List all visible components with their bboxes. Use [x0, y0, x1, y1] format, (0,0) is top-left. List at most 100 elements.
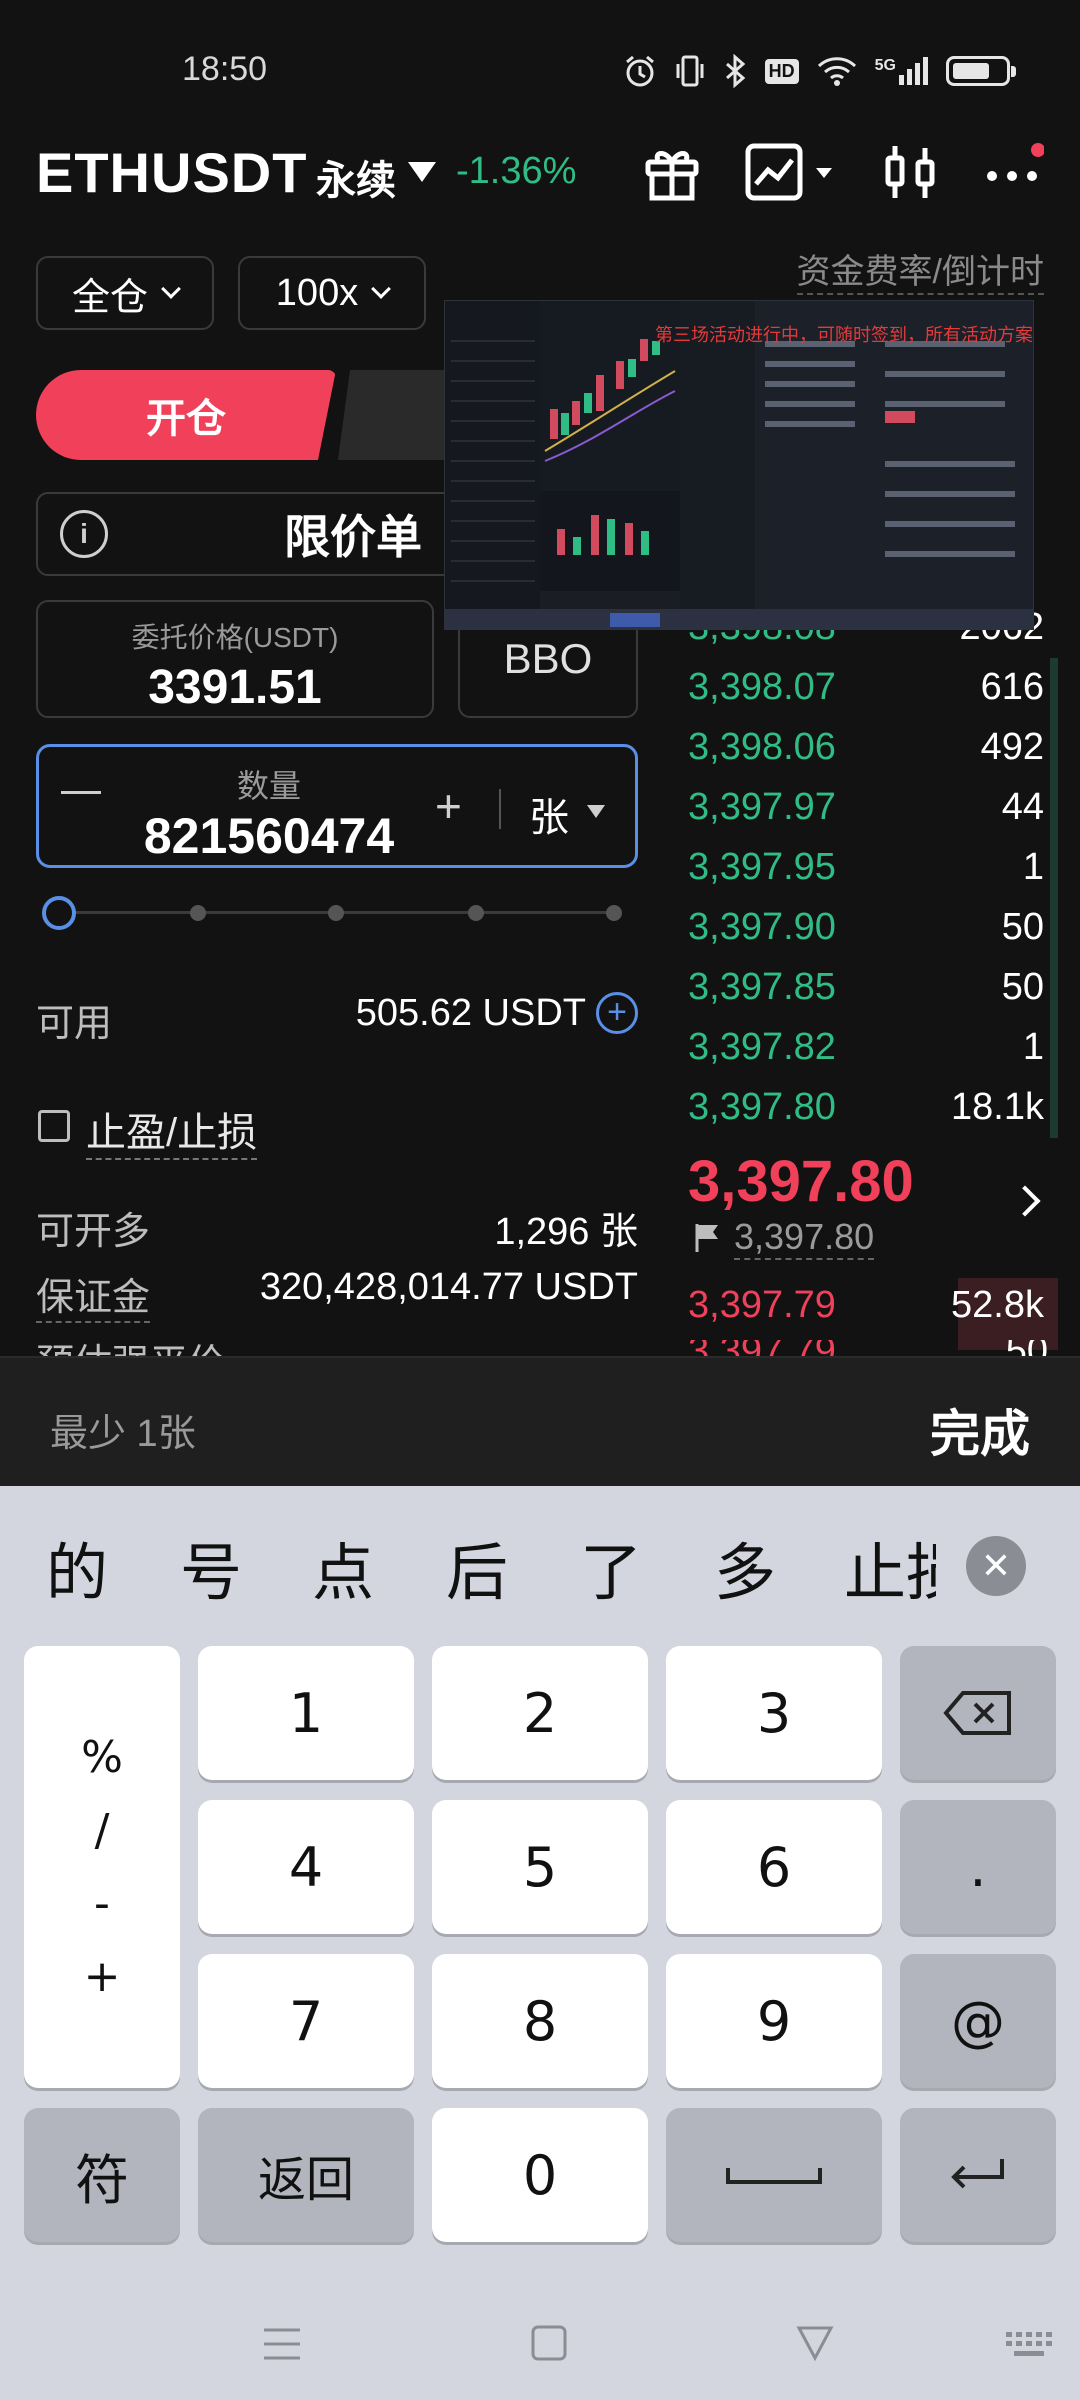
orderbook-bid-price[interactable]: 3,398.06 [688, 726, 836, 769]
slider-step-50[interactable] [328, 905, 344, 921]
orderbook-bid-price[interactable]: 3,397.85 [688, 966, 836, 1009]
enter-key[interactable] [900, 2108, 1056, 2242]
orderbook-bid-price[interactable]: 3,398.07 [688, 666, 836, 709]
orderbook-bid-price[interactable]: 3,397.80 [688, 1086, 836, 1129]
plus-icon[interactable]: + [435, 783, 462, 829]
order-type-label: 限价单 [284, 511, 422, 563]
symbol-dropdown-icon[interactable] [408, 162, 436, 182]
orderbook-bid-price[interactable]: 3,397.97 [688, 786, 836, 829]
candlestick-settings-icon[interactable] [874, 136, 946, 208]
menu-icon[interactable] [262, 2326, 302, 2362]
info-icon[interactable]: i [60, 510, 108, 558]
quantity-field[interactable]: 数量 821560474 + 张 [36, 744, 638, 868]
quantity-unit[interactable]: 张 [529, 785, 569, 843]
space-key[interactable] [666, 2108, 882, 2242]
key-6[interactable]: 6 [666, 1800, 882, 1934]
last-price: 3,397.80 [688, 1149, 914, 1214]
keyboard-icon[interactable] [1004, 2330, 1054, 2360]
symbol-plus[interactable]: + [84, 1951, 121, 2002]
key-4[interactable]: 4 [198, 1800, 414, 1934]
tab-open[interactable]: 开仓 [36, 370, 336, 460]
quantity-value[interactable]: 821560474 [39, 807, 499, 865]
slider-step-25[interactable] [190, 905, 206, 921]
backspace-icon [943, 1691, 1011, 1735]
candidate-word[interactable]: 多 [714, 1522, 776, 1612]
candidate-bar: 的 号 点 后 了 多 止损 ✕ [0, 1486, 1080, 1628]
slider-step-75[interactable] [468, 905, 484, 921]
slider-thumb[interactable] [42, 896, 76, 930]
price-label: 委托价格(USDT) [131, 622, 339, 653]
backspace-key[interactable] [900, 1646, 1056, 1780]
orderbook-bid-price[interactable]: 3,397.90 [688, 906, 836, 949]
screenshot-overlay[interactable]: 第三场活动进行中，可随时签到，所有活动方案资料 [444, 300, 1034, 630]
funding-rate-label[interactable]: 资金费率/倒计时 [796, 244, 1044, 295]
candidate-word[interactable]: 的 [46, 1522, 108, 1612]
price-field[interactable]: 委托价格(USDT) 3391.51 [36, 600, 434, 718]
symbol-title[interactable]: ETHUSDT [36, 140, 307, 205]
overlay-banner: 第三场活动进行中，可随时签到，所有活动方案资料 [655, 325, 1034, 345]
symbol-slash[interactable]: / [95, 1805, 110, 1856]
symbol-percent[interactable]: % [81, 1732, 123, 1783]
key-7[interactable]: 7 [198, 1954, 414, 2088]
orderbook-ask-price[interactable]: 3,397.79 [688, 1284, 836, 1327]
leverage-label: 100x [275, 271, 359, 314]
network-label: 5G [874, 57, 896, 74]
orderbook-bid-amount: 18.1k [951, 1086, 1044, 1128]
candidate-word[interactable]: 后 [446, 1522, 508, 1612]
leverage-select[interactable]: 100x [238, 256, 426, 330]
key-9[interactable]: 9 [666, 1954, 882, 2088]
orderbook-bid-amount: 50 [1001, 966, 1044, 1008]
liquidation-label: 预估强平价 [36, 1332, 226, 1356]
chevron-right-icon[interactable] [1009, 1185, 1041, 1217]
key-1[interactable]: 1 [198, 1646, 414, 1780]
chevron-down-icon [161, 279, 181, 299]
slider-step-100[interactable] [606, 905, 622, 921]
dot-key[interactable]: . [900, 1800, 1056, 1934]
chart-icon[interactable] [744, 136, 844, 208]
orderbook-partial-row: 3,397.79 50 [688, 1340, 1048, 1356]
symbol-minus[interactable]: - [94, 1878, 110, 1929]
key-0[interactable]: 0 [432, 2108, 648, 2242]
flag-icon [695, 1224, 718, 1252]
at-key[interactable]: @ [900, 1954, 1056, 2088]
candidate-word[interactable]: 点 [312, 1522, 374, 1612]
key-5[interactable]: 5 [432, 1800, 648, 1934]
key-8[interactable]: 8 [432, 1954, 648, 2088]
add-funds-icon[interactable]: + [596, 992, 638, 1034]
margin-label[interactable]: 保证金 [36, 1266, 151, 1323]
signal-bar [915, 63, 920, 85]
candidate-word[interactable]: 号 [180, 1522, 242, 1612]
orderbook-bid-amount: 492 [980, 726, 1044, 768]
margin-mode-label: 全仓 [71, 276, 148, 319]
done-button[interactable]: 完成 [930, 1394, 1030, 1466]
orderbook-bid-amount: 1 [1022, 846, 1044, 888]
vibrate-icon [676, 55, 704, 87]
margin-mode-select[interactable]: 全仓 [36, 256, 214, 330]
gift-icon[interactable] [636, 136, 708, 208]
tab-close[interactable] [338, 370, 458, 460]
overlay-chart-graphic [445, 301, 1033, 629]
more-icon[interactable] [976, 136, 1048, 208]
symbol-switch-key[interactable]: 符 [24, 2108, 180, 2242]
tpsl-label[interactable]: 止盈/止损 [86, 1100, 258, 1160]
caret-down-icon[interactable] [587, 805, 605, 818]
home-icon[interactable] [530, 2324, 568, 2362]
tpsl-checkbox[interactable] [38, 1110, 70, 1142]
orderbook-bid-price[interactable]: 3,397.95 [688, 846, 836, 889]
key-2[interactable]: 2 [432, 1646, 648, 1780]
contract-type[interactable]: 永续 [316, 148, 396, 206]
bluetooth-icon [725, 54, 745, 88]
orderbook-ask-amount: 52.8k [951, 1284, 1044, 1326]
price-value[interactable]: 3391.51 [38, 660, 432, 715]
orderbook-bid-price[interactable]: 3,397.82 [688, 1026, 836, 1069]
back-key[interactable]: 返回 [198, 2108, 414, 2242]
key-3[interactable]: 3 [666, 1646, 882, 1780]
candidate-word[interactable]: 止损 [844, 1522, 936, 1612]
back-icon[interactable] [796, 2324, 834, 2362]
close-candidates-icon[interactable]: ✕ [966, 1536, 1026, 1596]
symbols-key[interactable]: % / - + [24, 1646, 180, 2088]
mark-price[interactable]: 3,397.80 [734, 1216, 875, 1260]
candidate-word[interactable]: 了 [580, 1522, 642, 1612]
signal-bar [923, 57, 928, 85]
signal-icon: 5G [875, 57, 928, 85]
